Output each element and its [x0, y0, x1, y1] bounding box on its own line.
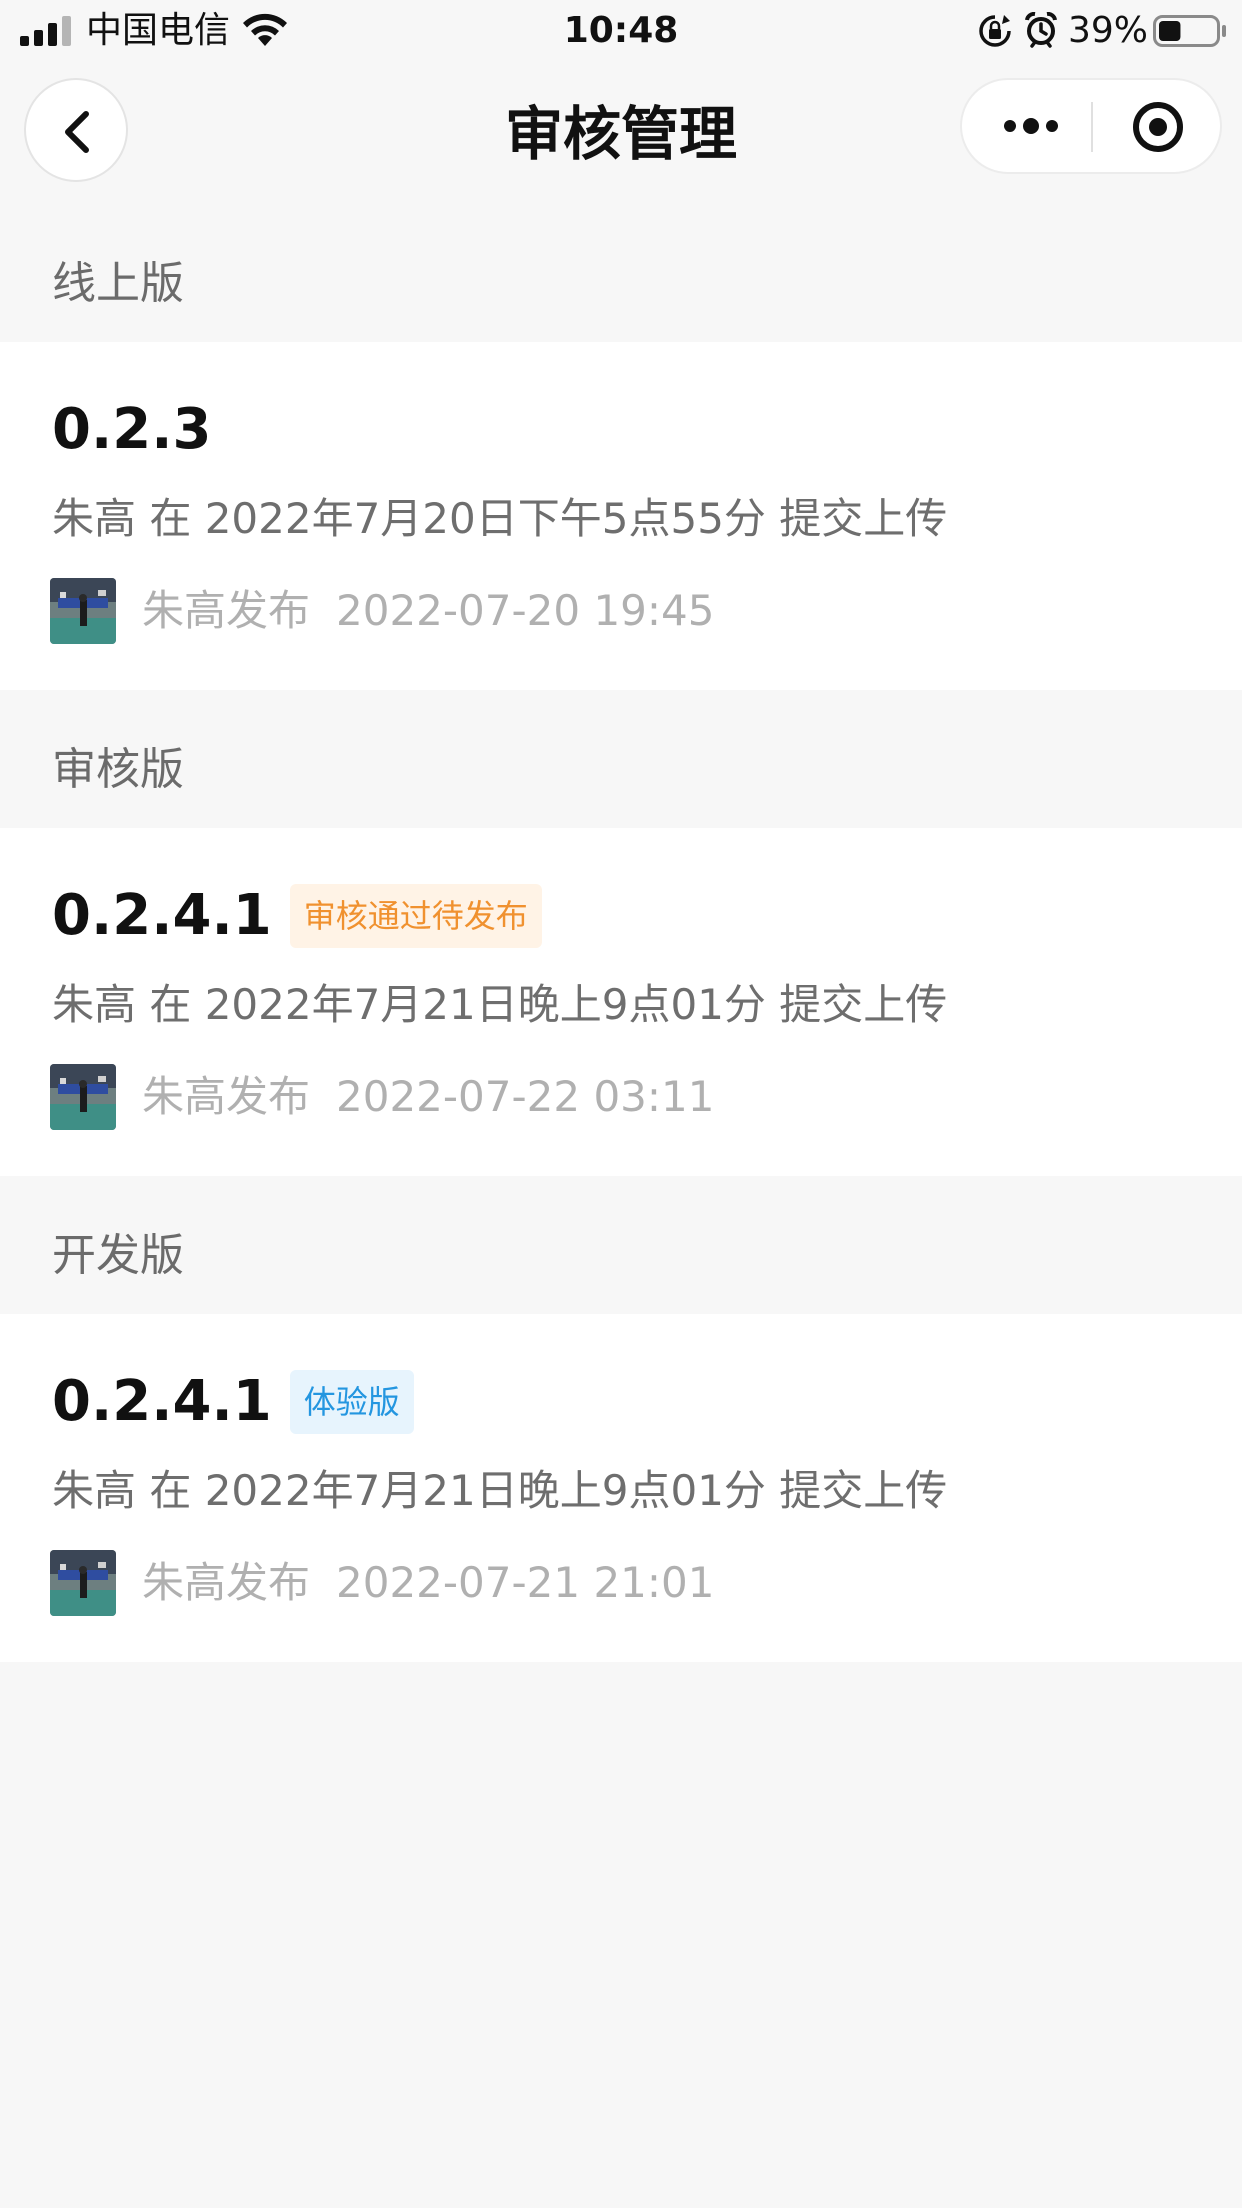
more-button[interactable] — [962, 80, 1092, 172]
section-header-dev: 开发版 — [0, 1176, 1242, 1314]
mini-program-capsule — [960, 78, 1222, 174]
version-row: 0.2.4.1 体验版 — [52, 1366, 414, 1438]
status-badge: 体验版 — [289, 1370, 414, 1434]
section-title: 审核版 — [52, 744, 184, 795]
avatar — [50, 1064, 116, 1130]
publish-info: 朱高发布 2022-07-21 21:01 — [50, 1550, 715, 1616]
target-circle-icon — [1133, 102, 1183, 152]
publish-time: 2022-07-22 03:11 — [336, 1072, 715, 1121]
section-title: 开发版 — [52, 1230, 184, 1281]
avatar — [50, 578, 116, 644]
publish-time: 2022-07-20 19:45 — [336, 586, 715, 635]
avatar — [50, 1550, 116, 1616]
alarm-icon — [1025, 12, 1057, 48]
version-row: 0.2.3 — [52, 394, 211, 466]
version-number: 0.2.4.1 — [52, 1369, 272, 1434]
battery-icon — [1153, 15, 1226, 47]
battery-percentage: 39% — [1068, 10, 1149, 51]
version-card-online[interactable]: 0.2.3 朱高 在 2022年7月20日下午5点55分 提交上传 朱高发布 2… — [0, 342, 1242, 690]
version-card-dev[interactable]: 0.2.4.1 体验版 朱高 在 2022年7月21日晚上9点01分 提交上传 … — [0, 1314, 1242, 1662]
version-card-review[interactable]: 0.2.4.1 审核通过待发布 朱高 在 2022年7月21日晚上9点01分 提… — [0, 828, 1242, 1176]
submit-info: 朱高 在 2022年7月21日晚上9点01分 提交上传 — [52, 1466, 948, 1515]
version-row: 0.2.4.1 审核通过待发布 — [52, 880, 542, 952]
publisher: 朱高发布 — [142, 1072, 311, 1121]
submit-info: 朱高 在 2022年7月20日下午5点55分 提交上传 — [52, 494, 948, 543]
status-bar: 中国电信 10:48 39% — [0, 0, 1242, 62]
more-dots-icon — [1004, 118, 1058, 134]
version-number: 0.2.3 — [52, 397, 212, 462]
status-badge: 审核通过待发布 — [289, 884, 542, 948]
publish-info: 朱高发布 2022-07-20 19:45 — [50, 578, 715, 644]
version-number: 0.2.4.1 — [52, 883, 272, 948]
publisher: 朱高发布 — [142, 1558, 311, 1607]
section-title: 线上版 — [52, 258, 184, 309]
submit-info: 朱高 在 2022年7月21日晚上9点01分 提交上传 — [52, 980, 948, 1029]
publish-time: 2022-07-21 21:01 — [336, 1558, 715, 1607]
section-header-online: 线上版 — [0, 202, 1242, 342]
section-header-review: 审核版 — [0, 690, 1242, 828]
navigation-bar: 审核管理 — [0, 62, 1242, 202]
publisher: 朱高发布 — [142, 586, 311, 635]
rotation-lock-icon — [979, 15, 1011, 47]
close-mini-program-button[interactable] — [1093, 80, 1222, 172]
publish-info: 朱高发布 2022-07-22 03:11 — [50, 1064, 715, 1130]
